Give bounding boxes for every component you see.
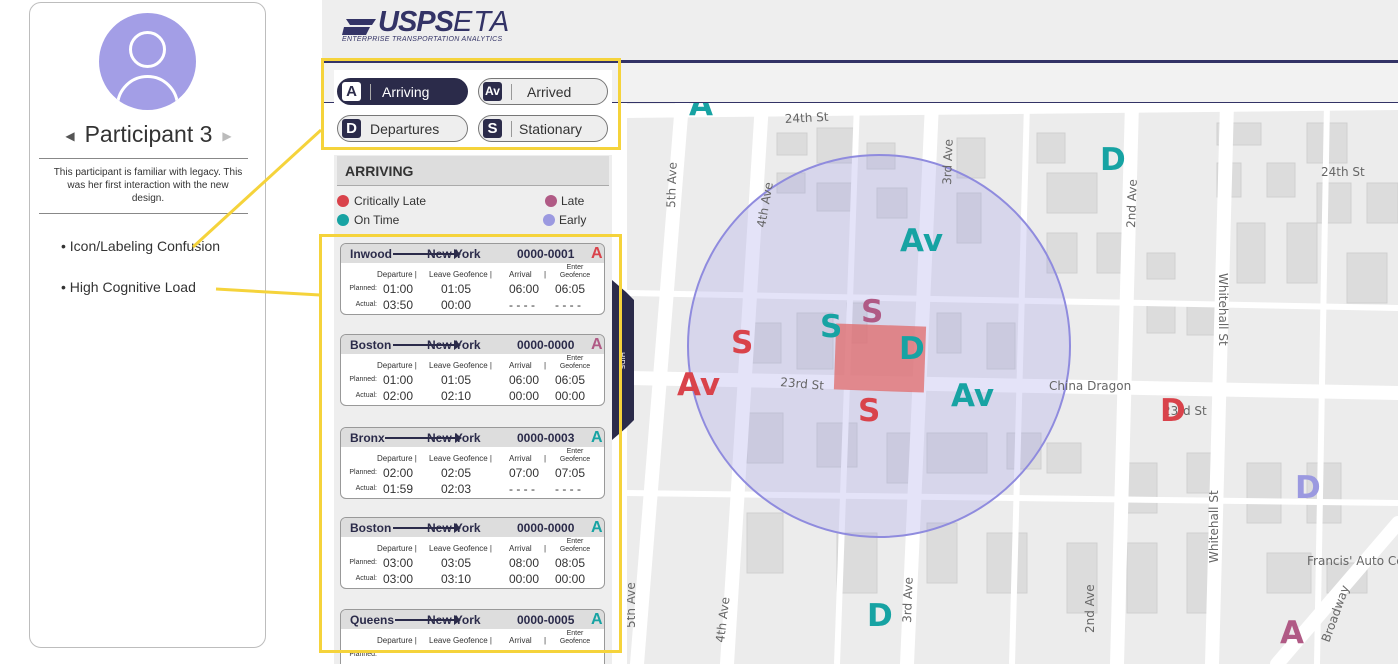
street-label: 5th Ave [664, 162, 680, 208]
avatar-head-icon [129, 31, 166, 68]
map-marker-arrived[interactable]: Av [951, 378, 994, 414]
prev-participant-icon[interactable]: ◀ [65, 129, 74, 143]
legend-label: Critically Late [354, 194, 427, 208]
early-dot-icon [543, 214, 555, 226]
legend-label: On Time [354, 213, 400, 227]
map-marker-arriving[interactable]: A [689, 103, 713, 123]
street-label: 24th St [784, 110, 829, 126]
late-dot-icon [545, 195, 557, 207]
map-marker-departure[interactable]: D [899, 331, 925, 367]
logo-eta: ETA [452, 6, 511, 38]
legend-late: Late [542, 194, 584, 208]
critically-late-dot-icon [337, 195, 349, 207]
street-label: 2nd Ave [1124, 179, 1140, 228]
section-title: ARRIVING [337, 156, 609, 186]
map-marker-stationary[interactable]: S [858, 393, 880, 429]
annotation-box [321, 58, 621, 150]
map-marker-arriving[interactable]: A [1280, 615, 1304, 651]
map-marker-departure[interactable]: D [1160, 393, 1186, 429]
avatar-body-icon [116, 75, 179, 110]
divider [39, 213, 248, 214]
street-label: Whitehall St [1207, 490, 1221, 563]
eagle-logo-icon [342, 18, 376, 35]
participant-description: This participant is familiar with legacy… [53, 167, 243, 204]
map-canvas[interactable]: 24th St 24th St 23rd St 23rd St 5th Ave … [627, 103, 1398, 664]
map-marker-departure[interactable]: D [867, 598, 893, 634]
screen: ◀ Participant 3 ▶ This participant is fami… [0, 0, 1398, 664]
map-marker-departure[interactable]: D [1100, 142, 1126, 178]
divider [39, 158, 248, 159]
legend-label: Late [561, 194, 585, 208]
usps-eta-logo[interactable]: USPSETA ENTERPRISE TRANSPORTATION ANALYT… [342, 6, 510, 43]
place-label: Francis' Auto Ce [1307, 554, 1398, 568]
map-view[interactable]: 24th St 24th St 23rd St 23rd St 5th Ave … [627, 103, 1398, 664]
participant-header: ◀ Participant 3 ▶ [30, 121, 267, 148]
place-label: China Dragon [1049, 379, 1131, 393]
legend-label: Early [559, 213, 587, 227]
logo-subtitle: ENTERPRISE TRANSPORTATION ANALYTICS [342, 36, 503, 43]
app-header: USPSETA ENTERPRISE TRANSPORTATION ANALYT… [322, 0, 1398, 60]
street-label: 5th Ave [627, 582, 638, 628]
street-label: 3rd Ave [940, 139, 956, 185]
map-marker-arrived[interactable]: Av [900, 223, 943, 259]
participant-card: ◀ Participant 3 ▶ This participant is fami… [29, 2, 266, 648]
map-marker-departure[interactable]: D [1295, 470, 1321, 506]
avatar [99, 13, 196, 110]
on-time-dot-icon [337, 214, 349, 226]
street-label: Whitehall St [1216, 273, 1230, 346]
map-marker-stationary[interactable]: S [731, 325, 753, 361]
next-participant-icon[interactable]: ▶ [222, 129, 231, 143]
annotation-box [319, 234, 622, 653]
street-label: 24th St [1321, 165, 1365, 179]
legend-critically-late: Critically Late [337, 194, 426, 208]
legend-on-time: On Time [337, 213, 399, 227]
map-marker-stationary[interactable]: S [861, 294, 883, 330]
finding-item: • Icon/Labeling Confusion [61, 238, 221, 254]
street-label: 2nd Ave [1083, 584, 1097, 633]
finding-item: • High Cognitive Load [61, 279, 196, 295]
map-marker-stationary[interactable]: S [820, 309, 842, 345]
participant-name: Participant 3 [84, 121, 213, 147]
logo-usps: USPS [378, 6, 454, 38]
street-label: 3rd Ave [900, 577, 916, 623]
legend-early: Early [542, 213, 586, 227]
map-marker-arrived[interactable]: Av [677, 367, 720, 403]
